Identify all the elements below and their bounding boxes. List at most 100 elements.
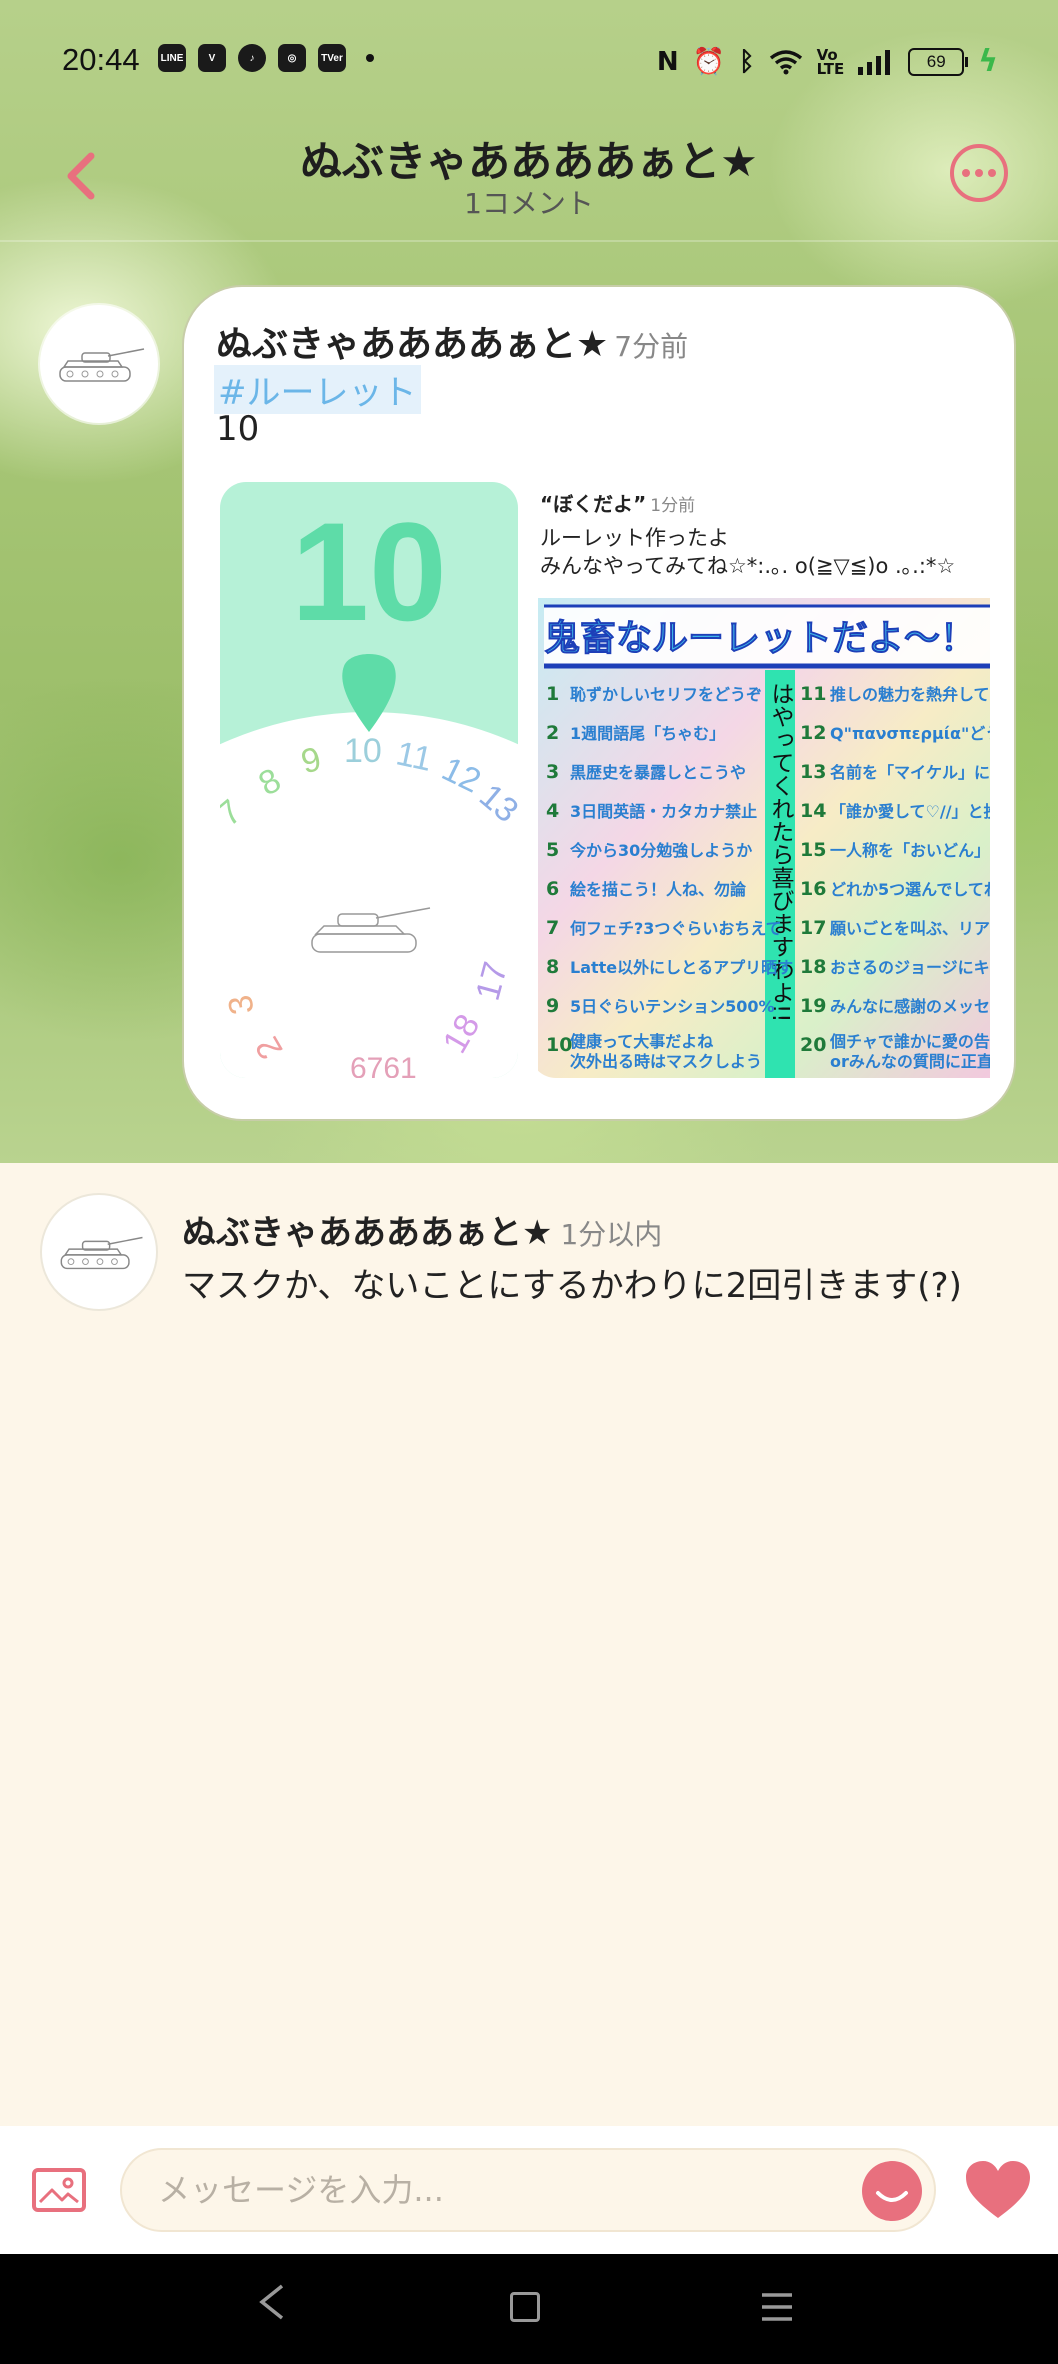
nav-home-icon[interactable]	[510, 2292, 540, 2322]
post-author-avatar[interactable]	[40, 305, 158, 423]
right-list-item-number: 16	[800, 878, 826, 900]
more-notifications-dot	[366, 54, 374, 62]
left-list-item-number: 9	[546, 995, 559, 1017]
tver-icon: TVer	[318, 44, 346, 72]
right-list-item-text: 「誰か愛して♡//」と投	[830, 802, 990, 821]
tank-icon	[60, 1236, 143, 1270]
left-list-item-number: 6	[546, 878, 559, 900]
comment-text: マスクか、ないことにするかわりに2回引きます(?)	[182, 1266, 962, 1306]
right-list-item-number: 17	[800, 917, 826, 939]
nav-back-icon[interactable]	[256, 2282, 288, 2322]
right-list-item-text: 一人称を「おいどん」に	[830, 841, 990, 860]
right-list-item-text: 名前を「マイケル」にす	[830, 763, 990, 782]
list-banner: 鬼畜なルーレットだよ〜！	[544, 618, 976, 659]
roulette-result: 10	[291, 493, 447, 650]
right-list-item-number: 15	[800, 839, 826, 861]
right-list-item-number: 12	[800, 722, 826, 744]
system-navigation-bar	[0, 2254, 1058, 2364]
more-options-button[interactable]	[950, 144, 1008, 202]
right-list-item-number: 14	[800, 800, 826, 822]
tiktok-icon: ♪	[238, 44, 266, 72]
right-list-item-number: 20	[800, 1034, 826, 1056]
line-app-icon: LINE	[158, 44, 186, 72]
right-list-item-text: orみんなの質問に正直に	[830, 1052, 990, 1071]
signal-icon	[858, 49, 891, 75]
roulette-list-graphic: 鬼畜なルーレットだよ〜！ はやってくれたら喜びますわよ!! 1 恥ずかしいセリフを…	[538, 598, 990, 1078]
wheel-deco-5: 6761	[350, 1052, 417, 1078]
emoji-icon	[876, 2191, 908, 2202]
message-input-bar	[0, 2126, 1058, 2254]
post-hashtag[interactable]: #ルーレット	[214, 365, 421, 414]
post-image-roulette[interactable]: 10 7 8 9 10 11 12 13 3 2 18 17 6761	[220, 482, 518, 1078]
more-dots-icon	[962, 169, 996, 177]
left-list-item-number: 4	[546, 800, 559, 822]
comment-author-row: ぬぶきゃああああぁと★ 1分以内	[182, 1205, 662, 1254]
v-app-icon: V	[198, 44, 226, 72]
status-bar: 20:44 LINE V ♪ ◎ TVer N ⏰ ᛒ Vo LTE 69 ϟ	[0, 30, 1058, 90]
wheel-number-10: 10	[344, 732, 382, 770]
comment-author-avatar[interactable]	[40, 1193, 158, 1311]
right-list-item-text: みんなに感謝のメッセージ	[830, 997, 990, 1016]
left-list-item-text: 5日ぐらいテンション500%	[570, 997, 775, 1016]
right-list-item-text: おさるのジョージにキレ	[830, 958, 990, 977]
bluetooth-icon: ᛒ	[739, 46, 755, 77]
charging-icon: ϟ	[978, 44, 998, 79]
alarm-icon: ⏰	[692, 46, 726, 77]
left-list-item-text: 3日間英語・カタカナ禁止	[570, 802, 757, 821]
left-list-item-text: 恥ずかしいセリフをどうぞ	[570, 685, 762, 704]
attach-image-button[interactable]	[32, 2168, 86, 2212]
left-list-item-text: 黒歴史を暴露しとこうや	[570, 763, 746, 782]
heart-icon	[966, 2161, 1030, 2218]
right-list-item-number: 19	[800, 995, 826, 1017]
comment-time: 1分以内	[560, 1218, 663, 1251]
right-list-item-text: 願いごとを叫ぶ、リアルな	[830, 919, 990, 938]
comment-author-name[interactable]: ぬぶきゃああああぁと★	[182, 1213, 552, 1253]
left-list-item-text: Latte以外にしとるアプリ晒す	[570, 958, 793, 977]
left-list-item-text: 絵を描こう！人ね、勿論	[570, 880, 747, 899]
emoji-button[interactable]	[862, 2161, 922, 2221]
like-button[interactable]	[964, 2160, 1032, 2220]
left-list-item-number: 3	[546, 761, 559, 783]
battery-indicator: 69	[908, 47, 969, 76]
post-author-name[interactable]: ぬぶきゃああああぁと★	[216, 324, 608, 365]
left-list-item-text: 1週間語尾「ちゃむ」	[570, 724, 725, 743]
post-time: 7分前	[614, 330, 689, 363]
post-card: ぬぶきゃああああぁと★ 7分前 #ルーレット 10 10 7 8 9 10 11 …	[182, 285, 1016, 1121]
right-list-item-text: 推しの魅力を熱弁して	[830, 685, 990, 704]
right-list-item-number: 11	[800, 683, 826, 705]
wifi-icon	[769, 49, 802, 74]
left-list-item-number: 7	[546, 917, 559, 939]
left-list-item-number: 8	[546, 956, 559, 978]
title-bar: ぬぶきゃああああぁと★ 1コメント	[0, 120, 1058, 235]
right-list-item-text: Q"πανσπερμία"どう読む	[830, 724, 990, 743]
comment-count: 1コメント	[464, 187, 594, 220]
right-list-item-text: どれか5つ選んでしてね(	[830, 880, 990, 899]
post-text: 10	[216, 409, 260, 449]
left-list-item-text: 次外出る時はマスクしよう	[570, 1052, 762, 1071]
instagram-icon: ◎	[278, 44, 306, 72]
right-list-item-text: 個チャで誰かに愛の告白	[829, 1032, 990, 1051]
right-list-item-number: 13	[800, 761, 826, 783]
post-image-list[interactable]: “ぼくだよ” 1分前 ルーレット作ったよ みんなやってみてね☆*:.｡. o(≧▽…	[530, 482, 990, 1078]
roulette-graphic: 10 7 8 9 10 11 12 13 3 2 18 17 6761	[220, 482, 518, 1078]
left-list-item-number: 5	[546, 839, 559, 861]
status-time: 20:44	[62, 42, 140, 77]
left-list-item-number: 2	[546, 722, 559, 744]
left-list-item-text: 今から30分勉強しようか	[569, 841, 752, 860]
left-list-item-text: 何フェチ?3つぐらいおちえて	[570, 919, 782, 938]
header-divider	[0, 240, 1058, 242]
nav-recents-icon[interactable]	[760, 2290, 794, 2324]
nfc-icon: N	[656, 46, 679, 77]
left-list-item-number: 10	[546, 1034, 572, 1056]
left-list-item-text: 健康って大事だよね	[570, 1032, 713, 1051]
message-input[interactable]	[120, 2148, 936, 2232]
image-icon	[38, 2177, 79, 2204]
post-author-row: ぬぶきゃああああぁと★ 7分前	[216, 315, 688, 367]
notification-icons: LINE V ♪ ◎ TVer	[158, 44, 374, 72]
right-list-item-number: 18	[800, 956, 826, 978]
tank-icon	[59, 348, 145, 382]
left-list-item-number: 1	[546, 683, 559, 705]
page-title: ぬぶきゃああああぁと★	[300, 137, 758, 186]
volte-icon: Vo LTE	[816, 45, 845, 78]
system-status-icons: N ⏰ ᛒ Vo LTE 69 ϟ	[657, 44, 998, 79]
